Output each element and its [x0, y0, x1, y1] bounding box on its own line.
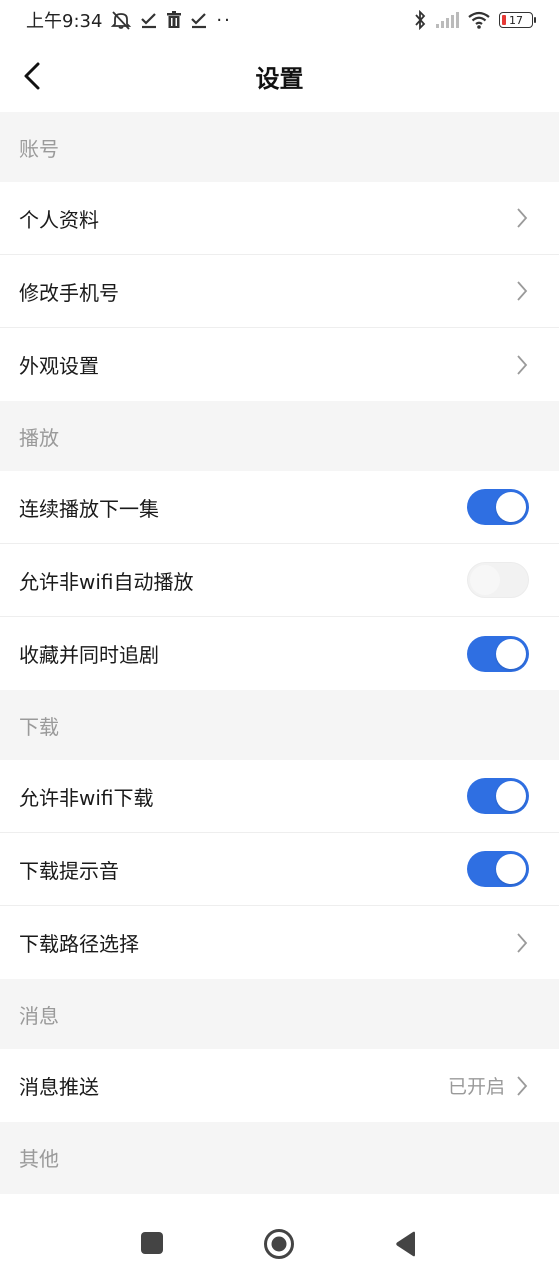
recent-apps-icon	[141, 1232, 163, 1254]
trash-icon	[166, 11, 182, 29]
toggle-knob	[470, 565, 500, 595]
row-change-phone[interactable]: 修改手机号	[0, 255, 559, 328]
system-back-button[interactable]	[392, 1230, 420, 1258]
back-button[interactable]	[14, 58, 50, 94]
toggle-knob	[496, 781, 526, 811]
settings-list: 账号 个人资料 修改手机号 外观设置 播放 连续播放下一集 允许非wifi自动播…	[0, 112, 559, 1192]
section-header-account: 账号	[0, 112, 559, 182]
toggle-favorite-follow[interactable]	[467, 635, 529, 672]
bluetooth-icon	[413, 10, 427, 30]
check-icon	[140, 11, 158, 29]
toggle-knob	[496, 638, 526, 669]
chevron-right-icon	[515, 932, 529, 954]
row-right	[515, 932, 529, 954]
chevron-right-icon	[515, 1075, 529, 1097]
home-icon	[264, 1229, 294, 1259]
chevron-right-icon	[515, 354, 529, 376]
row-label: 修改手机号	[19, 280, 119, 305]
toggle-knob	[496, 492, 526, 522]
toggle-autoplay-next[interactable]	[467, 489, 529, 525]
row-right	[515, 207, 529, 229]
chevron-right-icon	[515, 207, 529, 229]
battery-level: 17	[509, 13, 523, 27]
row-right	[515, 354, 529, 376]
home-button[interactable]	[262, 1227, 296, 1261]
row-label: 连续播放下一集	[19, 496, 159, 521]
row-label: 允许非wifi自动播放	[19, 569, 194, 594]
row-appearance[interactable]: 外观设置	[0, 328, 559, 401]
battery-icon: 17	[499, 12, 536, 28]
row-label: 下载提示音	[19, 858, 119, 883]
section-header-message: 消息	[0, 979, 559, 1049]
check-icon	[190, 11, 208, 29]
system-nav-bar	[0, 1194, 559, 1280]
section-header-playback: 播放	[0, 401, 559, 471]
bell-off-icon	[110, 10, 132, 30]
row-label: 消息推送	[19, 1075, 99, 1099]
chevron-right-icon	[515, 280, 529, 302]
row-autoplay-next: 连续播放下一集	[0, 471, 559, 544]
more-dots-icon: ··	[216, 9, 232, 31]
nav-bar: 设置	[0, 40, 559, 112]
status-bar: 上午9:34 ·· 17	[0, 0, 559, 40]
row-label: 个人资料	[19, 207, 99, 232]
row-right: 已开启	[448, 1072, 529, 1099]
row-favorite-follow: 收藏并同时追剧	[0, 617, 559, 690]
status-bar-left: 上午9:34 ··	[26, 7, 232, 33]
toggle-non-wifi-autoplay[interactable]	[467, 562, 529, 598]
row-label: 下载路径选择	[19, 932, 139, 956]
row-right	[515, 280, 529, 302]
row-non-wifi-autoplay: 允许非wifi自动播放	[0, 544, 559, 617]
toggle-download-sound[interactable]	[467, 851, 529, 887]
back-triangle-icon	[396, 1231, 415, 1257]
row-download-path[interactable]: 下载路径选择	[0, 906, 559, 979]
section-header-other: 其他	[0, 1122, 559, 1192]
row-profile[interactable]: 个人资料	[0, 182, 559, 255]
signal-icon	[435, 12, 459, 28]
status-bar-right: 17	[413, 10, 536, 30]
row-push-notification[interactable]: 消息推送 已开启	[0, 1049, 559, 1122]
row-label: 外观设置	[19, 354, 99, 378]
page-title: 设置	[255, 64, 304, 93]
row-label: 收藏并同时追剧	[19, 643, 159, 667]
battery-fill	[502, 15, 506, 25]
recent-apps-button[interactable]	[139, 1230, 165, 1256]
chevron-left-icon	[24, 62, 40, 90]
row-value: 已开启	[447, 1076, 505, 1098]
row-label: 允许非wifi下载	[19, 785, 154, 810]
row-download-sound: 下载提示音	[0, 833, 559, 906]
row-non-wifi-download: 允许非wifi下载	[0, 760, 559, 833]
toggle-knob	[496, 854, 526, 884]
toggle-non-wifi-download[interactable]	[467, 778, 529, 814]
status-time: 上午9:34	[26, 11, 103, 32]
section-header-download: 下载	[0, 690, 559, 760]
wifi-icon	[467, 11, 491, 29]
